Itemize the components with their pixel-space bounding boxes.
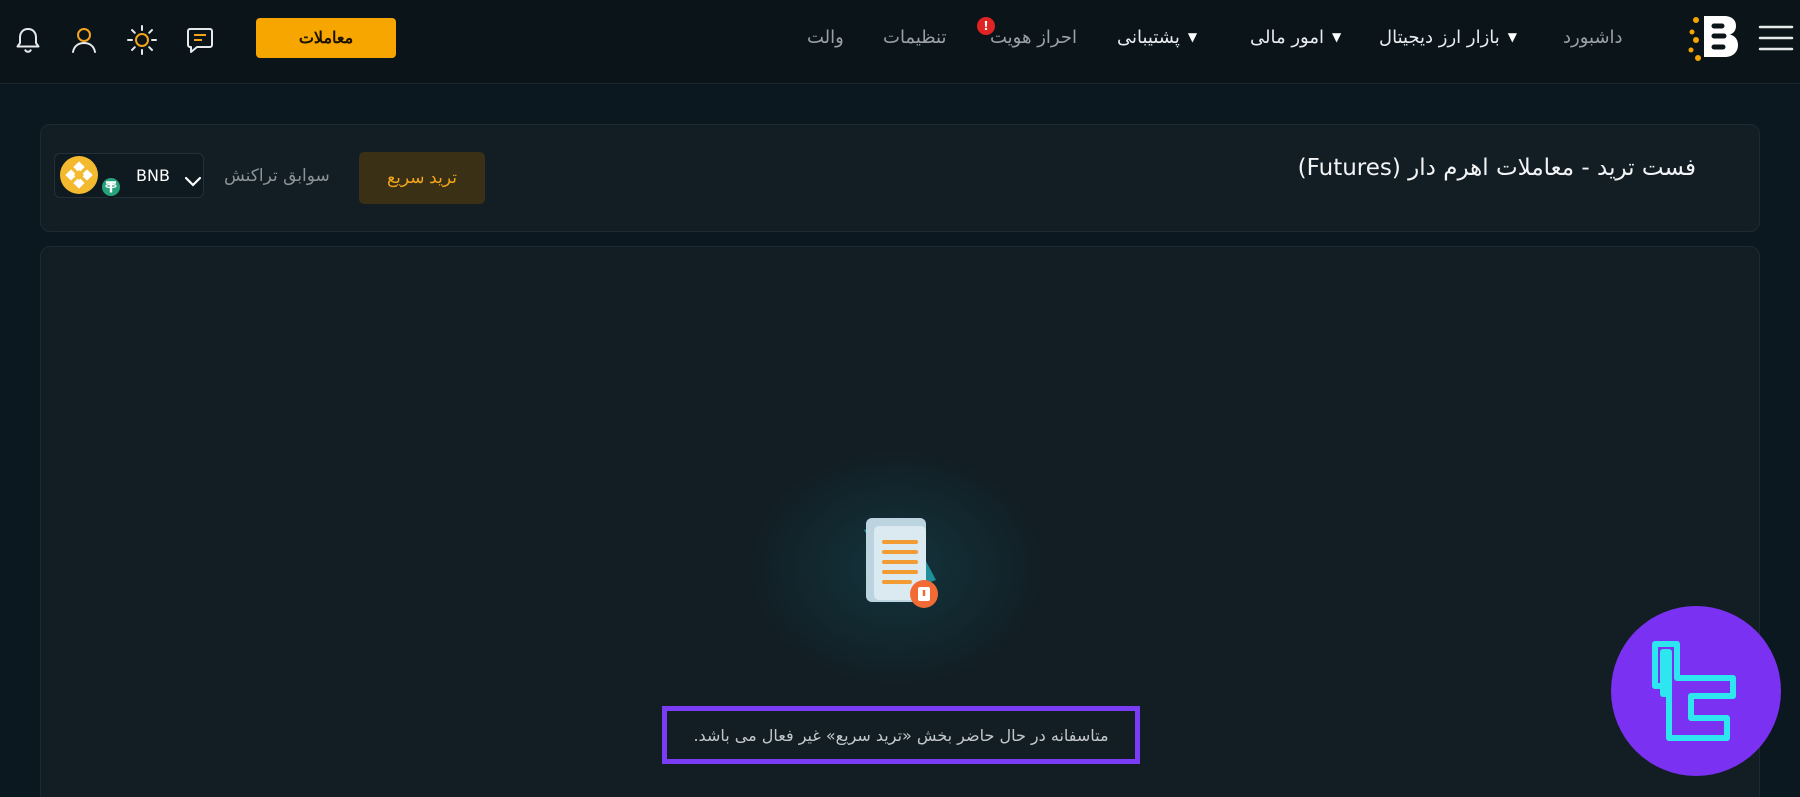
nav-item-dashboard[interactable]: داشبورد — [1563, 22, 1623, 52]
chevron-down-icon: ▼ — [1187, 30, 1198, 44]
chevron-down-icon: ▼ — [1507, 30, 1518, 44]
brand-logo[interactable] — [1686, 10, 1742, 66]
transaction-history-tab[interactable]: سوابق تراکنش — [224, 166, 330, 186]
chevron-down-icon: ▼ — [1331, 30, 1342, 44]
bell-icon[interactable] — [10, 22, 46, 58]
nav-verification-label: احراز هویت — [990, 26, 1077, 48]
nav-item-settings[interactable]: تنظیمات — [883, 22, 946, 52]
menu-icon[interactable] — [1756, 18, 1796, 58]
nav-support-label: پشتیبانی — [1117, 26, 1180, 48]
bnb-coin-icon — [59, 155, 99, 195]
sun-icon[interactable] — [124, 22, 160, 58]
top-navigation-bar: معاملات والت تنظیمات احراز هویت ! ▼ پشتی… — [0, 0, 1800, 84]
nav-financial-label: امور مالی — [1250, 26, 1324, 48]
trades-button[interactable]: معاملات — [256, 18, 396, 58]
pair-symbol: BNB — [136, 166, 170, 185]
nav-item-wallet[interactable]: والت — [807, 22, 844, 52]
document-warning-icon — [852, 508, 948, 616]
brand-watermark — [1611, 606, 1781, 776]
nav-item-verification[interactable]: احراز هویت — [990, 22, 1077, 52]
fast-trade-tab[interactable]: ترید سریع — [359, 152, 485, 204]
tether-coin-icon — [100, 176, 122, 198]
nav-wallet-label: والت — [807, 26, 844, 48]
verification-alert-badge: ! — [977, 17, 995, 35]
nav-dashboard-label: داشبورد — [1563, 26, 1623, 48]
pair-selector[interactable]: BNB — [54, 153, 204, 198]
nav-settings-label: تنظیمات — [883, 26, 947, 48]
nav-item-digital-market[interactable]: ▼ بازار ارز دیجیتال — [1379, 22, 1517, 52]
fast-trade-disabled-message: متاسفانه در حال حاضر بخش «ترید سریع» غیر… — [662, 706, 1140, 764]
nav-item-financial[interactable]: ▼ امور مالی — [1250, 22, 1341, 52]
page-title: فست ترید - معاملات اهرم دار (Futures) — [1297, 155, 1696, 181]
user-icon[interactable] — [66, 22, 102, 58]
brand-logo-icon — [1647, 636, 1747, 746]
nav-item-support[interactable]: ▼ پشتیبانی — [1117, 22, 1197, 52]
disabled-message-text: متاسفانه در حال حاضر بخش «ترید سریع» غیر… — [693, 725, 1109, 745]
chevron-down-icon — [183, 174, 203, 190]
chat-icon[interactable] — [182, 22, 218, 58]
nav-digital-market-label: بازار ارز دیجیتال — [1379, 26, 1500, 48]
